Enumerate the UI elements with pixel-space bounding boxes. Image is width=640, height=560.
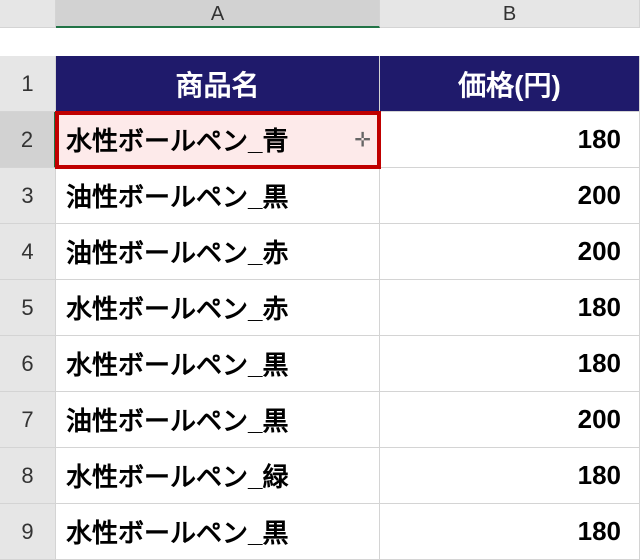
row-head-1[interactable]: 1 xyxy=(0,56,56,112)
row-head-5[interactable]: 5 xyxy=(0,280,56,336)
spreadsheet: A B 1 商品名 価格(円) 2 水性ボールペン_青 ✛ 180 3 油性ボー… xyxy=(0,0,640,560)
cell-b2[interactable]: 180 xyxy=(380,112,640,168)
cursor-cross-icon: ✛ xyxy=(354,127,371,152)
cell-a8[interactable]: 水性ボールペン_緑 xyxy=(56,448,380,504)
cell-b7[interactable]: 200 xyxy=(380,392,640,448)
col-head-a[interactable]: A xyxy=(56,0,380,28)
cell-b6[interactable]: 180 xyxy=(380,336,640,392)
cell-value: 水性ボールペン_青 xyxy=(66,121,288,158)
row-head-8[interactable]: 8 xyxy=(0,448,56,504)
cell-b1-header[interactable]: 価格(円) xyxy=(380,56,640,112)
cell-a4[interactable]: 油性ボールペン_赤 xyxy=(56,224,380,280)
cell-b5[interactable]: 180 xyxy=(380,280,640,336)
cell-b4[interactable]: 200 xyxy=(380,224,640,280)
row-head-3[interactable]: 3 xyxy=(0,168,56,224)
cell-b3[interactable]: 200 xyxy=(380,168,640,224)
row-head-7[interactable]: 7 xyxy=(0,392,56,448)
select-all-corner[interactable] xyxy=(0,0,56,28)
cell-b9[interactable]: 180 xyxy=(380,504,640,560)
cell-a1-header[interactable]: 商品名 xyxy=(56,56,380,112)
col-head-b[interactable]: B xyxy=(380,0,640,28)
cell-a3[interactable]: 油性ボールペン_黒 xyxy=(56,168,380,224)
cell-a6[interactable]: 水性ボールペン_黒 xyxy=(56,336,380,392)
cell-a2[interactable]: 水性ボールペン_青 ✛ xyxy=(56,112,380,168)
cell-a5[interactable]: 水性ボールペン_赤 xyxy=(56,280,380,336)
row-head-6[interactable]: 6 xyxy=(0,336,56,392)
row-head-2[interactable]: 2 xyxy=(0,112,56,168)
row-head-9[interactable]: 9 xyxy=(0,504,56,560)
row-head-4[interactable]: 4 xyxy=(0,224,56,280)
cell-a9[interactable]: 水性ボールペン_黒 xyxy=(56,504,380,560)
cell-b8[interactable]: 180 xyxy=(380,448,640,504)
cell-a7[interactable]: 油性ボールペン_黒 xyxy=(56,392,380,448)
